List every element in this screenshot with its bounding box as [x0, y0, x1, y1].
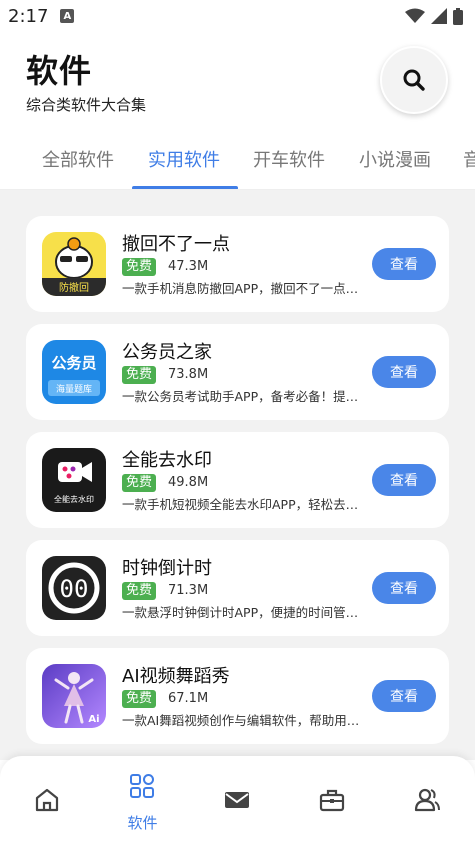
view-button[interactable]: 查看	[372, 572, 436, 604]
free-badge: 免费	[122, 582, 157, 600]
countdown-clock-app-icon: 00	[42, 556, 106, 620]
signal-icon	[431, 8, 447, 24]
watermark-remover-app-icon: 全能去水印	[42, 448, 106, 512]
app-name: 公务员之家	[122, 342, 212, 363]
nav-profile[interactable]	[380, 756, 475, 844]
view-button[interactable]: 查看	[372, 248, 436, 280]
mail-icon	[225, 792, 249, 808]
svg-text:公务员: 公务员	[51, 354, 96, 372]
nav-label: 软件	[127, 814, 158, 832]
nav-toolbox[interactable]	[285, 756, 380, 844]
free-badge: 免费	[122, 690, 157, 708]
app-card[interactable]: 公务员 海量题库 公务员之家 免费 73.8M 一款公务员考试助手APP，备考必…	[26, 324, 449, 420]
svg-text:全能去水印: 全能去水印	[54, 494, 94, 504]
wifi-icon	[405, 8, 425, 23]
search-button[interactable]	[380, 46, 448, 114]
category-tabs: 全部软件 实用软件 开车软件 小说漫画 音	[0, 132, 475, 190]
tab-driving-software[interactable]: 开车软件	[253, 146, 325, 172]
app-name: 时钟倒计时	[122, 558, 212, 579]
free-badge: 免费	[122, 474, 157, 492]
view-button[interactable]: 查看	[372, 680, 436, 712]
app-description: 一款手机消息防撤回APP，撤回不了一点…	[122, 281, 359, 296]
civil-servant-app-icon: 公务员 海量题库	[42, 340, 106, 404]
nav-software[interactable]: 软件	[95, 756, 190, 844]
app-description: 一款手机短视频全能去水印APP，轻松去…	[122, 497, 359, 512]
bottom-navigation: 软件	[0, 756, 475, 844]
tab-novels-comics[interactable]: 小说漫画	[359, 146, 431, 172]
app-size: 67.1M	[168, 691, 209, 706]
notification-icon: A	[60, 9, 75, 23]
battery-icon	[453, 7, 463, 25]
tab-utility-software[interactable]: 实用软件	[148, 146, 220, 172]
app-size: 49.8M	[168, 475, 209, 490]
free-badge: 免费	[122, 366, 157, 384]
app-card[interactable]: 防撤回 撤回不了一点 免费 47.3M 一款手机消息防撤回APP，撤回不了一点……	[26, 216, 449, 312]
ai-dance-app-icon: Ai	[42, 664, 106, 728]
view-button[interactable]: 查看	[372, 464, 436, 496]
app-size: 71.3M	[168, 583, 209, 598]
search-icon	[403, 69, 425, 91]
app-description: 一款AI舞蹈视频创作与编辑软件，帮助用…	[122, 713, 360, 728]
apps-grid-icon	[130, 774, 154, 798]
page-title: 软件	[26, 52, 93, 90]
app-name: 全能去水印	[122, 450, 212, 471]
app-card[interactable]: 00 时钟倒计时 免费 71.3M 一款悬浮时钟倒计时APP，便捷的时间管… 查…	[26, 540, 449, 636]
tab-music[interactable]: 音	[463, 146, 475, 172]
app-list: 防撤回 撤回不了一点 免费 47.3M 一款手机消息防撤回APP，撤回不了一点……	[0, 190, 475, 760]
nav-messages[interactable]	[190, 756, 285, 844]
app-description: 一款悬浮时钟倒计时APP，便捷的时间管…	[122, 605, 359, 620]
status-time: 2:17	[8, 5, 49, 27]
svg-text:Ai: Ai	[88, 714, 99, 725]
status-bar: 2:17 A	[0, 0, 475, 32]
app-name: AI视频舞蹈秀	[122, 666, 230, 687]
app-name: 撤回不了一点	[122, 234, 230, 255]
page-subtitle: 综合类软件大合集	[26, 96, 147, 114]
nav-home[interactable]	[0, 756, 95, 844]
app-card[interactable]: 全能去水印 全能去水印 免费 49.8M 一款手机短视频全能去水印APP，轻松去…	[26, 432, 449, 528]
app-size: 47.3M	[168, 259, 209, 274]
svg-text:00: 00	[60, 575, 89, 603]
page-header: 软件 综合类软件大合集	[0, 32, 475, 132]
free-badge: 免费	[122, 258, 157, 276]
tab-all-software[interactable]: 全部软件	[42, 146, 114, 172]
toolbox-icon	[319, 789, 345, 812]
users-icon	[414, 788, 440, 812]
app-description: 一款公务员考试助手APP，备考必备！提…	[122, 389, 359, 404]
anti-recall-app-icon: 防撤回	[42, 232, 106, 296]
svg-text:防撤回: 防撤回	[59, 281, 89, 294]
svg-text:海量题库: 海量题库	[56, 383, 92, 395]
view-button[interactable]: 查看	[372, 356, 436, 388]
home-icon	[35, 788, 59, 812]
app-size: 73.8M	[168, 367, 209, 382]
app-card[interactable]: Ai AI视频舞蹈秀 免费 67.1M 一款AI舞蹈视频创作与编辑软件，帮助用……	[26, 648, 449, 744]
